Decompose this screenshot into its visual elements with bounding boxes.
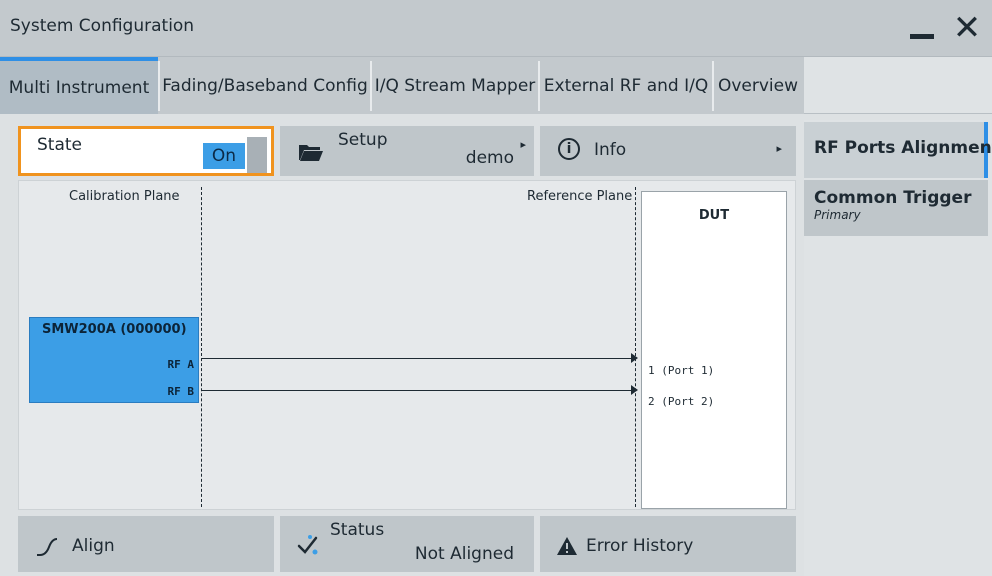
align-icon <box>37 538 58 556</box>
title-bar: System Configuration ✕ <box>0 0 992 56</box>
state-label: State <box>37 135 82 155</box>
tab-multi-instrument[interactable]: Multi Instrument <box>0 57 158 115</box>
minimize-icon[interactable] <box>910 34 934 39</box>
dut-port-2: 2 (Port 2) <box>648 395 715 408</box>
setup-button[interactable]: Setup demo ▸ <box>280 126 534 176</box>
warning-icon <box>557 537 577 555</box>
submenu-arrow-icon: ▸ <box>520 138 526 151</box>
tab-overview[interactable]: Overview <box>714 57 802 115</box>
info-icon: i <box>558 138 580 160</box>
side-item-label: Common Trigger <box>814 188 972 208</box>
status-check-icon <box>297 535 318 555</box>
reference-plane-label: Reference Plane <box>527 189 633 204</box>
instrument-port-rf-a: RF A <box>167 358 195 371</box>
tab-bar-empty-area <box>804 57 992 115</box>
folder-open-icon <box>299 145 323 161</box>
arrow-head-icon <box>631 385 638 395</box>
submenu-arrow-icon: ▸ <box>776 142 782 155</box>
dut-label: DUT <box>698 208 730 223</box>
status-button[interactable]: Status Not Aligned <box>280 516 534 572</box>
side-item-rf-ports-alignment[interactable]: RF Ports Alignment <box>804 122 992 178</box>
toggle-knob <box>247 137 267 173</box>
instrument-port-rf-b: RF B <box>167 385 195 398</box>
tab-fading-baseband-config[interactable]: Fading/Baseband Config <box>160 57 370 115</box>
calibration-plane-label: Calibration Plane <box>69 189 180 204</box>
tab-iq-stream-mapper[interactable]: I/Q Stream Mapper <box>372 57 538 115</box>
connection-line-rf-b <box>201 390 633 391</box>
state-value: On <box>203 143 245 169</box>
side-item-common-trigger[interactable]: Common Trigger Primary <box>804 180 988 236</box>
info-button[interactable]: i Info ▸ <box>540 126 796 176</box>
close-icon[interactable]: ✕ <box>950 8 984 48</box>
reference-plane-line <box>635 187 636 507</box>
calibration-plane-line <box>201 187 202 507</box>
arrow-head-icon <box>631 353 638 363</box>
dut-port-1: 1 (Port 1) <box>648 364 715 377</box>
dut-box: DUT 1 (Port 1) 2 (Port 2) <box>641 191 787 509</box>
state-toggle[interactable]: State On <box>18 126 274 176</box>
connection-line-rf-a <box>201 358 633 359</box>
tab-bar: Multi Instrument Fading/Baseband Config … <box>0 56 992 115</box>
setup-value: demo <box>465 148 514 168</box>
connection-diagram: Calibration Plane Reference Plane DUT 1 … <box>18 180 796 510</box>
setup-label: Setup <box>338 130 388 150</box>
instrument-box[interactable]: SMW200A (000000) RF A RF B <box>29 317 199 403</box>
window-title: System Configuration <box>10 16 195 36</box>
tab-external-rf-iq[interactable]: External RF and I/Q <box>540 57 712 115</box>
instrument-name: SMW200A (000000) <box>42 322 187 337</box>
error-history-button[interactable]: Error History <box>540 516 796 572</box>
align-button[interactable]: Align <box>18 516 274 572</box>
side-item-sublabel: Primary <box>814 208 861 222</box>
error-history-label: Error History <box>586 536 694 556</box>
status-value: Not Aligned <box>414 544 514 564</box>
status-label: Status <box>330 520 385 540</box>
align-label: Align <box>72 536 115 556</box>
side-item-label: RF Ports Alignment <box>814 138 992 158</box>
side-panel: RF Ports Alignment Common Trigger Primar… <box>804 120 992 576</box>
info-label: Info <box>594 140 627 160</box>
